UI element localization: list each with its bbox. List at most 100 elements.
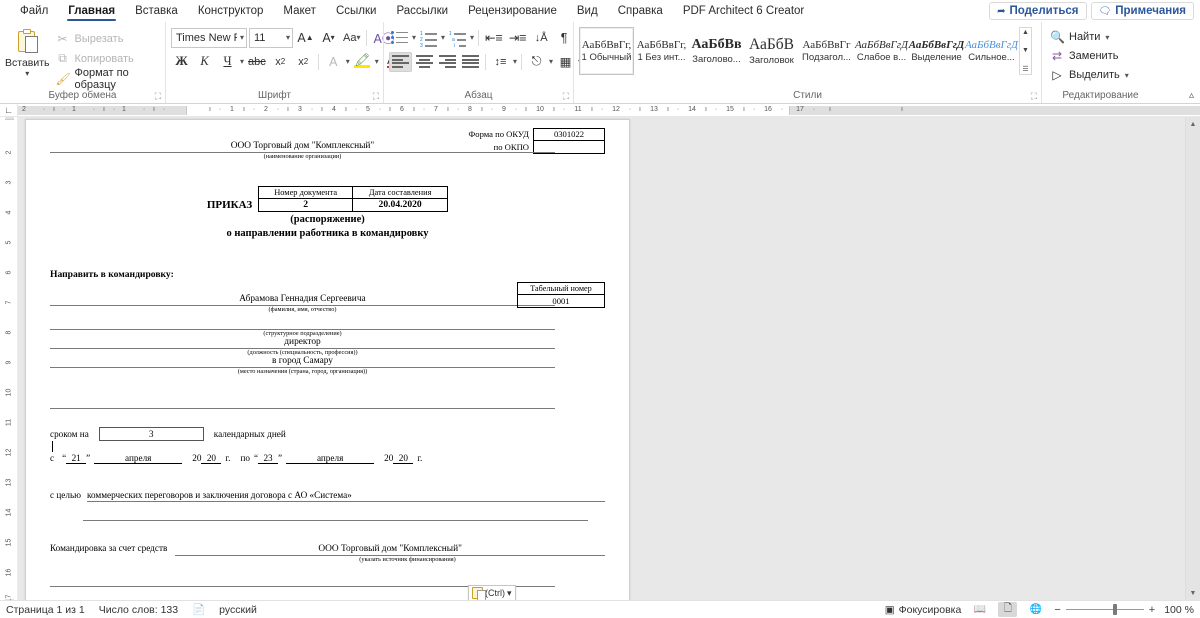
scroll-down-icon[interactable]: ▼ [1190, 586, 1197, 600]
show-formatting-marks-icon[interactable]: ¶ [554, 28, 575, 48]
find-button[interactable]: 🔍 Найти ▾ [1047, 28, 1132, 46]
highlight-chevron-down-icon[interactable]: ▾ [375, 57, 379, 66]
tab-number-value[interactable]: 0001 [517, 295, 605, 308]
zoom-level[interactable]: 100 % [1164, 604, 1194, 616]
paragraph-dialog-launcher[interactable]: ⛶ [563, 91, 569, 102]
select-button[interactable]: ▷ Выделить ▾ [1047, 66, 1132, 84]
document-canvas[interactable]: Форма по ОКУД по ОКПО 0301022 ООО Торгов… [18, 117, 1185, 600]
web-layout-icon[interactable]: 🌐 [1026, 602, 1045, 617]
proofing-icon[interactable]: 📄 [192, 603, 205, 616]
text-effects-icon[interactable]: A [323, 52, 344, 72]
focus-mode-button[interactable]: ▣ Фокусировка [885, 604, 962, 616]
text-highlight-icon[interactable]: 🖍 [352, 52, 373, 72]
goal-blank-line[interactable] [83, 502, 588, 521]
align-left-icon[interactable] [389, 51, 412, 72]
replace-button[interactable]: ⇄ Заменить [1047, 47, 1132, 65]
increase-indent-icon[interactable]: ⇥≡ [507, 28, 529, 48]
date-from-year[interactable]: 20 [201, 453, 222, 464]
style-item-heading2[interactable]: АаБбВ Заголовок [744, 27, 799, 75]
vertical-ruler[interactable]: 2 3 4 5 6 7 8 9 10 11 12 13 14 15 16 17 [0, 117, 18, 600]
chevron-down-icon[interactable]: ▾ [25, 70, 29, 78]
collapse-ribbon-button[interactable]: ▵ [1189, 90, 1194, 101]
underline-chevron-down-icon[interactable]: ▾ [240, 57, 244, 66]
bullets-chevron-down-icon[interactable]: ▾ [412, 33, 416, 42]
bullets-icon[interactable] [389, 28, 410, 48]
chevron-down-icon[interactable]: ▾ [1125, 71, 1129, 80]
tab-design[interactable]: Конструктор [188, 0, 274, 22]
tab-review[interactable]: Рецензирование [458, 0, 567, 22]
term-days-field[interactable]: 3 [98, 427, 204, 441]
chevron-down-icon[interactable]: ▼ [1022, 47, 1029, 54]
tab-help[interactable]: Справка [608, 0, 673, 22]
numbering-chevron-down-icon[interactable]: ▾ [441, 33, 445, 42]
employee-extra-blank-line[interactable] [50, 389, 555, 409]
style-item-strong-emphasis[interactable]: АаБбВвГгД Сильное... [964, 27, 1019, 75]
chevron-down-icon[interactable]: ▾ [1105, 33, 1109, 42]
read-mode-icon[interactable]: 📖 [970, 602, 989, 617]
underline-icon[interactable]: Ч [217, 52, 238, 72]
cut-button[interactable]: ✂ Вырезать [52, 29, 160, 48]
tab-references[interactable]: Ссылки [326, 0, 387, 22]
clipboard-dialog-launcher[interactable]: ⛶ [155, 91, 161, 102]
italic-icon[interactable]: К [194, 52, 215, 72]
shading-icon[interactable]: ⎋ [526, 52, 547, 72]
subscript-icon[interactable]: x2 [270, 52, 291, 72]
bold-icon[interactable]: Ж [171, 52, 192, 72]
page-info[interactable]: Страница 1 из 1 [6, 604, 85, 616]
financing-value[interactable]: ООО Торговый дом "Комплексный" [175, 544, 605, 556]
date-to-year[interactable]: 20 [393, 453, 414, 464]
grow-font-icon[interactable]: A ▲ [295, 28, 316, 48]
multilevel-chevron-down-icon[interactable]: ▾ [470, 33, 474, 42]
tab-insert[interactable]: Вставка [125, 0, 188, 22]
print-layout-icon[interactable]: 🗋 [998, 602, 1018, 617]
shrink-font-icon[interactable]: A ▾ [318, 28, 339, 48]
numbering-icon[interactable]: 123 [418, 28, 439, 49]
ruler-track[interactable]: 2 · ı · 1 · ı · 1 · ı · ı · 1 ı · 2 · ı 3 · ı 4 ı ·… [18, 104, 1200, 116]
okud-form-value[interactable]: 0301022 [533, 128, 605, 141]
comments-button[interactable]: 🗨 Примечания [1090, 2, 1194, 20]
font-size-combobox[interactable]: 11 ▾ [249, 27, 293, 48]
date-to-day[interactable]: 23 [258, 453, 279, 464]
date-from-day[interactable]: 21 [66, 453, 87, 464]
style-item-no-spacing[interactable]: АаБбВвГг, 1 Без инт... [634, 27, 689, 75]
style-item-heading1[interactable]: АаБбВв Заголово... [689, 27, 744, 75]
tab-layout[interactable]: Макет [273, 0, 326, 22]
tab-file[interactable]: Файл [10, 0, 58, 22]
decrease-indent-icon[interactable]: ⇤≡ [483, 28, 505, 48]
line-spacing-icon[interactable]: ↕≡ [490, 52, 511, 72]
order-date-value[interactable]: 20.04.2020 [353, 199, 449, 212]
zoom-out-button[interactable]: − [1054, 604, 1060, 616]
tab-home[interactable]: Главная [58, 0, 125, 22]
goal-value[interactable]: коммерческих переговоров и заключения до… [87, 490, 605, 502]
style-item-subtitle[interactable]: АаБбВвГг Подзагол... [799, 27, 854, 75]
employee-fio[interactable]: Абрамова Геннадия Сергеевича [50, 294, 555, 306]
tab-stop-icon[interactable]: ∟ [0, 104, 18, 116]
paste-button[interactable]: Вставить ▾ [5, 27, 50, 88]
share-button[interactable]: ➦ Поделиться [989, 2, 1087, 20]
justify-icon[interactable] [460, 52, 481, 72]
order-num-value[interactable]: 2 [258, 199, 354, 212]
zoom-slider[interactable] [1065, 604, 1144, 615]
style-item-subtle-emphasis[interactable]: АаБбВвГгД Слабое в... [854, 27, 909, 75]
chevron-down-icon[interactable]: ▾ [507, 588, 512, 599]
language-indicator[interactable]: русский [219, 604, 257, 616]
document-page[interactable]: Форма по ОКУД по ОКПО 0301022 ООО Торгов… [25, 119, 630, 600]
employee-position[interactable]: директор [50, 337, 555, 349]
change-case-icon[interactable]: Aa ▾ [341, 28, 362, 48]
copy-button[interactable]: ⧉ Копировать [52, 49, 160, 68]
font-name-combobox[interactable]: Times New Ro ▾ [171, 27, 247, 48]
align-right-icon[interactable] [437, 52, 458, 72]
style-item-normal[interactable]: АаБбВвГг, 1 Обычный [579, 27, 634, 75]
horizontal-ruler[interactable]: ∟ 2 · ı · 1 · ı · 1 · ı · ı · 1 ı · 2 · ı 3 · ı 4 … [0, 104, 1200, 117]
tab-mailings[interactable]: Рассылки [386, 0, 458, 22]
styles-more-icon[interactable]: ☰ [1022, 65, 1028, 73]
shading-chevron-down-icon[interactable]: ▾ [549, 57, 553, 66]
superscript-icon[interactable]: x2 [293, 52, 314, 72]
date-from-month[interactable]: апреля [94, 453, 183, 464]
style-item-emphasis[interactable]: АаБбВвГгД Выделение [909, 27, 964, 75]
tab-pdf-architect[interactable]: PDF Architect 6 Creator [673, 0, 814, 22]
paste-options-button[interactable]: (Ctrl) ▾ [468, 585, 516, 600]
align-center-icon[interactable] [414, 52, 435, 72]
chevron-up-icon[interactable]: ▲ [1022, 29, 1029, 36]
sort-icon[interactable]: ↓Å [531, 28, 552, 48]
